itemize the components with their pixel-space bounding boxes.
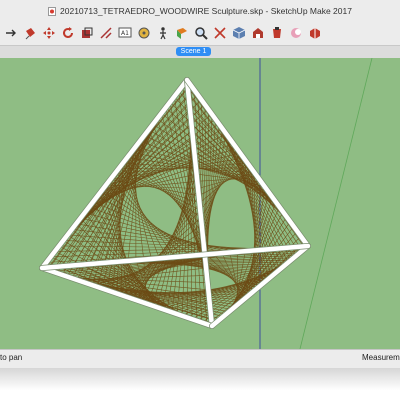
app-window: 20210713_TETRAEDRO_WOODWIRE Sculpture.sk… — [0, 0, 400, 368]
scene-bar: Scene 1 — [0, 45, 400, 59]
move-icon[interactable] — [41, 25, 57, 41]
title-bar: 20210713_TETRAEDRO_WOODWIRE Sculpture.sk… — [0, 0, 400, 22]
shadow-icon[interactable] — [288, 25, 304, 41]
scale-icon[interactable] — [79, 25, 95, 41]
tape-measure-icon[interactable] — [136, 25, 152, 41]
toolbar: A1 — [0, 22, 400, 44]
settings-icon[interactable] — [307, 25, 323, 41]
paint-bucket-icon[interactable] — [22, 25, 38, 41]
zoom-icon[interactable] — [193, 25, 209, 41]
svg-text:A1: A1 — [121, 30, 129, 37]
measurements-label: Measurements — [362, 353, 400, 362]
warehouse-icon[interactable] — [250, 25, 266, 41]
green-axis — [299, 58, 373, 349]
wire-web — [46, 84, 306, 325]
status-hint: to pan — [0, 353, 23, 362]
model-canvas — [39, 58, 373, 349]
offset-icon[interactable] — [98, 25, 114, 41]
scene-tab[interactable]: Scene 1 — [176, 47, 211, 56]
text-icon[interactable]: A1 — [117, 25, 133, 41]
extension-icon[interactable] — [269, 25, 285, 41]
orbit-icon[interactable] — [3, 25, 19, 41]
window-shadow — [0, 368, 400, 400]
walk-icon[interactable] — [155, 25, 171, 41]
section-plane-icon[interactable] — [174, 25, 190, 41]
model-viewport[interactable] — [0, 58, 400, 349]
status-bar: to pan Measurements — [0, 349, 400, 368]
window-title: 20210713_TETRAEDRO_WOODWIRE Sculpture.sk… — [60, 6, 352, 16]
zoom-extents-icon[interactable] — [212, 25, 228, 41]
rotate-icon[interactable] — [60, 25, 76, 41]
document-icon — [48, 6, 57, 16]
component-icon[interactable] — [231, 25, 247, 41]
